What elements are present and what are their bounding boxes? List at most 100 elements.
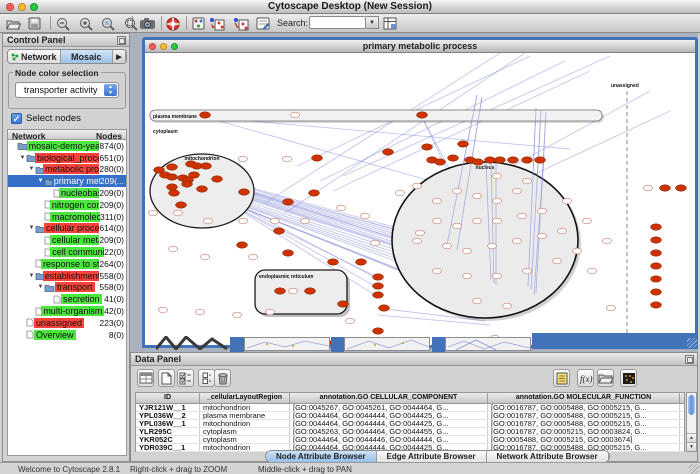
network-node[interactable] — [413, 238, 422, 244]
network-node[interactable] — [493, 273, 502, 279]
network-node[interactable] — [149, 210, 158, 216]
network-node[interactable] — [523, 178, 532, 184]
network-node-selected[interactable] — [274, 228, 285, 234]
network-node-selected[interactable] — [458, 141, 469, 147]
network-node-selected[interactable] — [373, 283, 384, 289]
network-node[interactable] — [518, 213, 527, 219]
network-node[interactable] — [201, 254, 210, 260]
table-row[interactable]: YPL036W__1mitochondrion[GO:0044464, GO:0… — [136, 420, 684, 428]
network-node[interactable] — [204, 218, 213, 224]
network-node-selected[interactable] — [448, 155, 459, 161]
network-node[interactable] — [493, 218, 502, 224]
scroll-up-button[interactable]: ▲ — [687, 433, 696, 442]
tree-row[interactable]: unassigned223(0) — [8, 317, 126, 329]
network-node-selected[interactable] — [435, 159, 446, 165]
network-node-selected[interactable] — [383, 149, 394, 155]
network-canvas[interactable]: plasma membranecytoplasmmitochondrionnuc… — [145, 53, 695, 345]
network-node-selected[interactable] — [309, 190, 320, 196]
network-node[interactable] — [473, 193, 482, 199]
unselect-attributes-button[interactable] — [198, 369, 215, 387]
network-node-selected[interactable] — [651, 250, 662, 256]
network-node[interactable] — [583, 218, 592, 224]
network-node-selected[interactable] — [167, 184, 178, 190]
tree-row[interactable]: response to stimul264(0) — [8, 258, 126, 270]
import-table-button[interactable] — [383, 15, 397, 32]
select-attributes-button[interactable] — [177, 369, 194, 387]
column-header[interactable]: annotation.GO MOLECULAR_FUNCTION — [488, 393, 680, 403]
network-node[interactable] — [169, 246, 178, 252]
network-node-selected[interactable] — [373, 274, 384, 280]
table-row[interactable]: YJR121W__1mitochondrion[GO:0045267, GO:0… — [136, 404, 684, 412]
network-node-selected[interactable] — [651, 302, 662, 308]
network-node[interactable] — [396, 190, 405, 196]
network-node[interactable] — [266, 309, 275, 315]
attribute-table-scrollbar[interactable]: ▲ ▼ — [686, 392, 697, 452]
network-node[interactable] — [523, 268, 532, 274]
network-node-selected[interactable] — [373, 328, 384, 334]
scrollbar-thumb[interactable] — [688, 395, 695, 415]
column-header[interactable]: ID — [136, 393, 200, 403]
network-node-selected[interactable] — [676, 185, 687, 191]
network-node-selected[interactable] — [651, 289, 662, 295]
attribute-matrix-button[interactable] — [620, 369, 637, 387]
network-node[interactable] — [413, 183, 422, 189]
tab-mosaic[interactable]: Mosaic — [61, 50, 114, 63]
search-input[interactable] — [309, 16, 366, 29]
network-node-selected[interactable] — [197, 186, 208, 192]
network-node[interactable] — [473, 298, 482, 304]
background-window-fragment[interactable] — [230, 337, 244, 352]
network-node[interactable] — [493, 198, 502, 204]
network-node[interactable] — [473, 218, 482, 224]
background-window-fragment[interactable] — [331, 337, 344, 352]
network-node[interactable] — [289, 288, 298, 294]
disclosure-triangle-icon[interactable]: ▼ — [28, 273, 35, 279]
help-lifesaver-button[interactable] — [166, 15, 180, 32]
plugin-manager-button[interactable] — [192, 15, 205, 32]
background-window-fragment[interactable] — [244, 337, 330, 351]
network-node[interactable] — [174, 210, 183, 216]
vizmapper-node-button[interactable] — [209, 15, 225, 32]
snapshot-button[interactable] — [139, 15, 156, 32]
network-node[interactable] — [588, 268, 597, 274]
search-dropdown-button[interactable]: ▼ — [366, 16, 379, 29]
tree-row[interactable]: nitrogen compo209(0) — [8, 199, 126, 211]
network-node[interactable] — [291, 112, 300, 118]
function-builder-button[interactable]: f(x) — [577, 369, 594, 387]
network-node[interactable] — [196, 309, 205, 315]
tree-row[interactable]: ▼metabolic process280(0) — [8, 164, 126, 176]
network-node[interactable] — [283, 156, 292, 162]
zoom-region-button[interactable] — [124, 15, 138, 32]
network-node[interactable] — [337, 205, 346, 211]
scroll-down-button[interactable]: ▼ — [687, 442, 696, 451]
network-node[interactable] — [558, 228, 567, 234]
network-node-selected[interactable] — [379, 305, 390, 311]
tree-row[interactable]: multi-organism pro42(0) — [8, 305, 126, 317]
disclosure-triangle-icon[interactable]: ▼ — [28, 166, 35, 172]
tree-row[interactable]: Overview8(0) — [8, 329, 126, 341]
network-node[interactable] — [573, 248, 582, 254]
tree-row[interactable]: cell communicat22(0) — [8, 246, 126, 258]
network-node-selected[interactable] — [237, 242, 248, 248]
network-node[interactable] — [239, 156, 248, 162]
network-node-selected[interactable] — [212, 176, 223, 182]
network-node-selected[interactable] — [356, 259, 367, 265]
network-window-titlebar[interactable]: primary metabolic process — [145, 40, 695, 53]
vizmapper-edge-button[interactable] — [233, 15, 249, 32]
network-node[interactable] — [453, 188, 462, 194]
network-node-selected[interactable] — [651, 237, 662, 243]
network-node[interactable] — [271, 218, 280, 224]
network-node-selected[interactable] — [176, 202, 187, 208]
open-button[interactable] — [6, 15, 21, 32]
network-node-selected[interactable] — [485, 157, 496, 163]
background-window-fragment[interactable] — [445, 337, 531, 351]
network-node-selected[interactable] — [495, 157, 506, 163]
tree-row[interactable]: macromolecule311(0) — [8, 211, 126, 223]
network-node[interactable] — [301, 218, 310, 224]
network-node[interactable] — [463, 248, 472, 254]
network-node[interactable] — [233, 312, 242, 318]
attribute-list-button[interactable] — [553, 369, 570, 387]
tree-row[interactable]: mosaic-demo-yeast874(0) — [8, 140, 126, 152]
network-node-selected[interactable] — [312, 155, 323, 161]
tab-network-attribute-browser[interactable]: Network Attribute Browser — [487, 451, 609, 462]
network-window-resize-grip[interactable] — [687, 338, 697, 348]
